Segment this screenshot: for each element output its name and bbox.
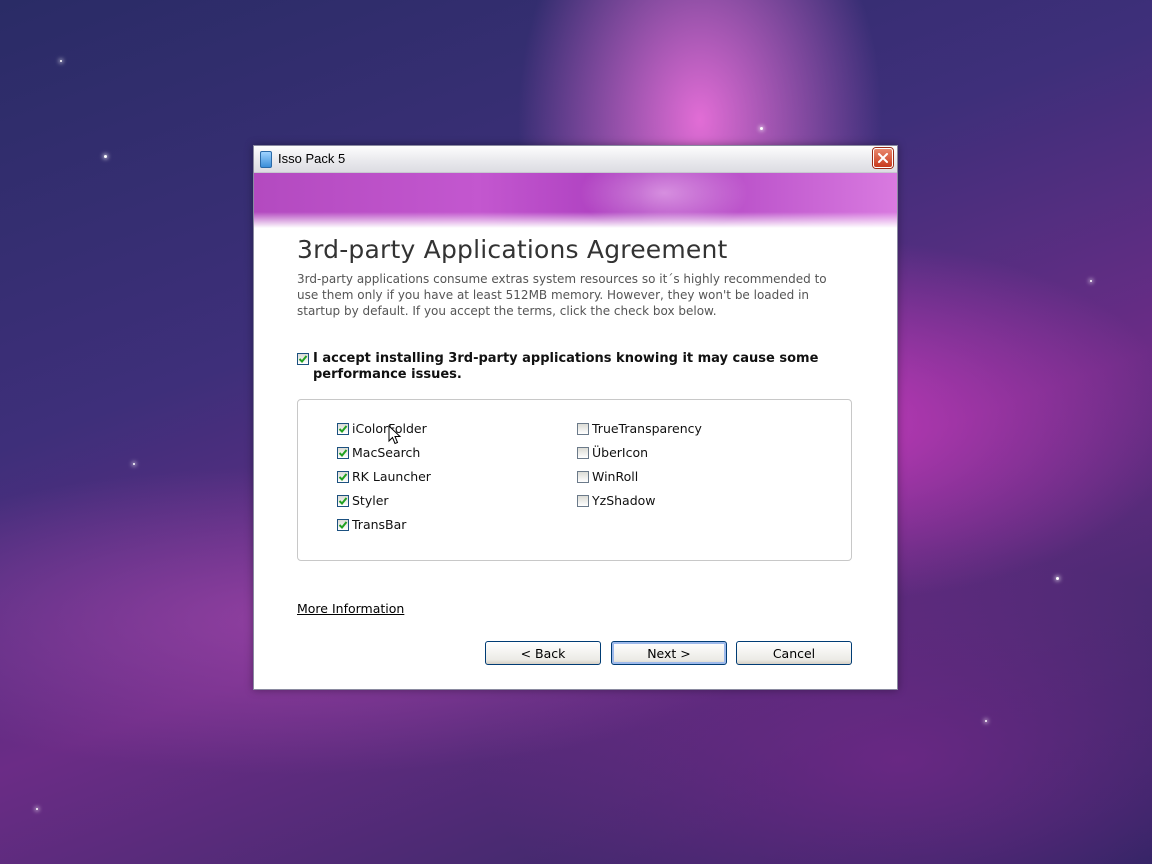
app-checkbox[interactable] bbox=[337, 519, 349, 531]
checkmark-icon bbox=[338, 497, 348, 505]
app-label: TrueTransparency bbox=[592, 421, 702, 436]
app-checkbox[interactable] bbox=[577, 423, 589, 435]
app-option-ubericon[interactable]: ÜberIcon bbox=[577, 445, 648, 461]
checkmark-icon bbox=[338, 425, 348, 433]
checkmark-icon bbox=[338, 473, 348, 481]
installer-window: Isso Pack 5 3rd-party Applications Agree… bbox=[253, 145, 898, 690]
app-checkbox[interactable] bbox=[577, 447, 589, 459]
close-icon bbox=[878, 153, 888, 163]
app-label: YzShadow bbox=[592, 493, 656, 508]
app-option-rk-launcher[interactable]: RK Launcher bbox=[337, 469, 431, 485]
title-bar[interactable]: Isso Pack 5 bbox=[254, 146, 897, 173]
star bbox=[60, 60, 62, 62]
star bbox=[760, 127, 763, 130]
star bbox=[36, 808, 38, 810]
applications-group: iColorFolder MacSearch RK Launcher Style… bbox=[297, 399, 852, 561]
app-label: ÜberIcon bbox=[592, 445, 649, 460]
checkmark-icon bbox=[298, 355, 308, 363]
app-icon bbox=[260, 151, 272, 168]
app-checkbox[interactable] bbox=[337, 471, 349, 483]
accept-checkbox[interactable] bbox=[297, 353, 309, 365]
page-description: 3rd-party applications consume extras sy… bbox=[297, 272, 827, 318]
app-checkbox[interactable] bbox=[337, 423, 349, 435]
window-title: Isso Pack 5 bbox=[278, 151, 346, 166]
more-information-link[interactable]: More Information bbox=[297, 601, 404, 616]
app-option-truetransparency[interactable]: TrueTransparency bbox=[577, 421, 702, 437]
app-label: TransBar bbox=[352, 517, 407, 532]
close-button[interactable] bbox=[873, 148, 893, 168]
next-button[interactable]: Next > bbox=[611, 641, 727, 665]
checkmark-icon bbox=[338, 449, 348, 457]
star bbox=[1056, 577, 1059, 580]
app-option-macsearch[interactable]: MacSearch bbox=[337, 445, 420, 461]
app-checkbox[interactable] bbox=[337, 447, 349, 459]
app-option-winroll[interactable]: WinRoll bbox=[577, 469, 638, 485]
page-title: 3rd-party Applications Agreement bbox=[297, 235, 728, 264]
app-option-icolorfolder[interactable]: iColorFolder bbox=[337, 421, 427, 437]
app-label: Styler bbox=[352, 493, 389, 508]
app-label: RK Launcher bbox=[352, 469, 431, 484]
checkmark-icon bbox=[338, 521, 348, 529]
star bbox=[104, 155, 107, 158]
app-label: WinRoll bbox=[592, 469, 639, 484]
header-banner bbox=[254, 173, 897, 228]
star bbox=[985, 720, 987, 722]
app-checkbox[interactable] bbox=[337, 495, 349, 507]
app-option-yzshadow[interactable]: YzShadow bbox=[577, 493, 656, 509]
app-label: MacSearch bbox=[352, 445, 421, 460]
star bbox=[133, 463, 135, 465]
app-checkbox[interactable] bbox=[577, 471, 589, 483]
cancel-button[interactable]: Cancel bbox=[736, 641, 852, 665]
app-option-transbar[interactable]: TransBar bbox=[337, 517, 406, 533]
accept-checkbox-row[interactable]: I accept installing 3rd-party applicatio… bbox=[297, 351, 857, 383]
mouse-cursor-icon bbox=[388, 425, 402, 445]
star bbox=[1090, 280, 1092, 282]
back-button[interactable]: < Back bbox=[485, 641, 601, 665]
app-option-styler[interactable]: Styler bbox=[337, 493, 389, 509]
accept-label: I accept installing 3rd-party applicatio… bbox=[313, 351, 819, 382]
app-checkbox[interactable] bbox=[577, 495, 589, 507]
